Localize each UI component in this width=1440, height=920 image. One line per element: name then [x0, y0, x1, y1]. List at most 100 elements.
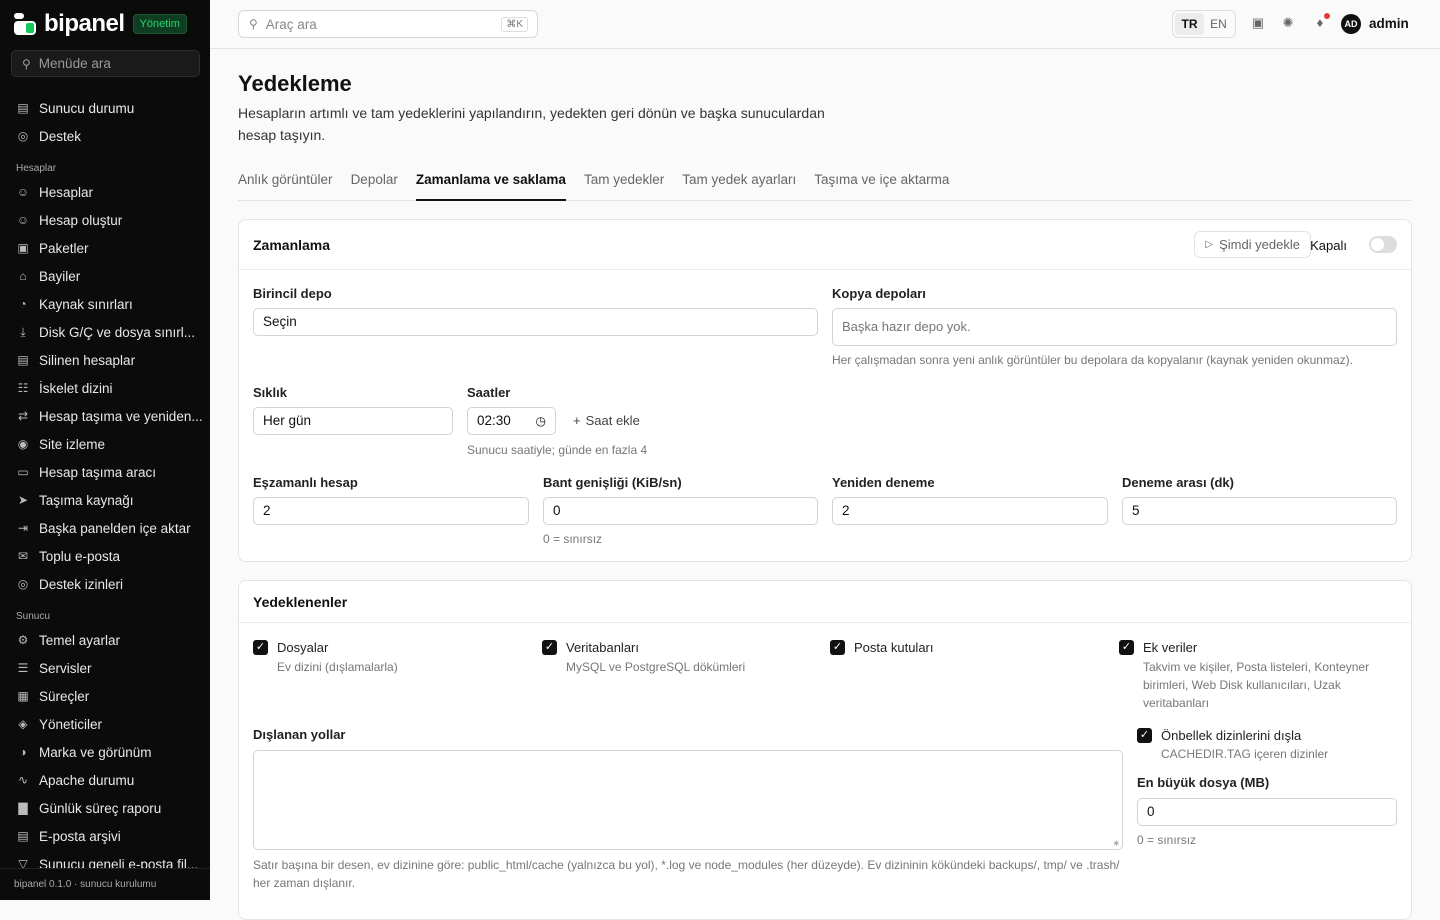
brand-name: bipanel	[44, 10, 125, 37]
tab[interactable]: Depolar	[351, 165, 398, 201]
hour-input[interactable]: 02:30 ◷	[467, 407, 556, 435]
lang-en-button[interactable]: EN	[1204, 13, 1233, 35]
copy-repos-label: Kopya depoları	[832, 286, 926, 301]
max-file-hint: 0 = sınırsız	[1137, 833, 1197, 847]
databases-checkbox[interactable]: ✓	[542, 640, 557, 655]
tab[interactable]: Zamanlama ve saklama	[415, 165, 566, 201]
sidebar-item[interactable]: ⇄ Hesap taşıma ve yeniden...	[0, 402, 210, 430]
sidebar-item[interactable]: ⤓ Disk G/Ç ve dosya sınırl...	[0, 318, 210, 346]
concurrent-input[interactable]: 2	[253, 497, 529, 525]
exclude-cache-label: Önbellek dizinlerini dışla	[1161, 728, 1302, 743]
copy-repos-field[interactable]: Başka hazır depo yok.	[832, 308, 1397, 346]
files-sub: Ev dizini (dışlamalarla)	[277, 660, 398, 674]
bandwidth-label: Bant genişliği (KiB/sn)	[543, 475, 682, 490]
archive-icon: ▤	[17, 829, 29, 843]
sidebar-item[interactable]: ☺ Hesap oluştur	[0, 206, 210, 234]
admin-badge: Yönetim	[132, 14, 187, 34]
retry-label: Yeniden deneme	[832, 475, 935, 490]
brand-logo[interactable]: bipanel Yönetim	[14, 10, 187, 37]
sidebar-item[interactable]: ◔ Kaynak sınırları	[0, 290, 210, 318]
menu-search-input[interactable]: ⚲ Menüde ara	[11, 50, 200, 77]
tab[interactable]: Anlık görüntüler	[238, 165, 333, 201]
tab[interactable]: Tam yedekler	[584, 165, 664, 201]
sidebar-item[interactable]: ▇ Günlük süreç raporu	[0, 794, 210, 822]
tab-bar: Anlık görüntüler Depolar Zamanlama ve sakl…	[238, 165, 1412, 201]
sidebar-item[interactable]: ◑ Marka ve görünüm	[0, 738, 210, 766]
username[interactable]: admin	[1369, 16, 1409, 31]
exclude-cache-checkbox[interactable]: ✓	[1137, 728, 1152, 743]
tool-search-input[interactable]: ⚲ Araç ara ⌘K	[238, 10, 538, 38]
sidebar-item[interactable]: ◈ Yöneticiler	[0, 710, 210, 738]
sidebar-item-label: İskelet dizini	[39, 380, 113, 396]
bell-icon[interactable]: ♦	[1312, 13, 1330, 31]
backup-now-label: Şimdi yedekle	[1219, 237, 1300, 252]
sidebar-item[interactable]: ◉ Site izleme	[0, 430, 210, 458]
lang-tr-button[interactable]: TR	[1175, 13, 1204, 35]
sidebar-item-label: Hesap oluştur	[39, 212, 123, 228]
sidebar-item[interactable]: ▤ Silinen hesaplar	[0, 346, 210, 374]
backed-up-card: Yedeklenenler ✓ Dosyalar Ev dizini (dışl…	[238, 580, 1412, 920]
page-description: Hesapların artımlı ve tam yedeklerini ya…	[238, 105, 825, 143]
extra-data-sub: Takvim ve kişiler, Posta listeleri, Kont…	[1143, 660, 1370, 710]
add-hour-label: Saat ekle	[585, 413, 640, 428]
sidebar-item-label: Site izleme	[39, 436, 106, 452]
sidebar-item-label: Destek izinleri	[39, 576, 124, 592]
add-hour-button[interactable]: + Saat ekle	[573, 413, 640, 428]
shortcut-hint: ⌘K	[501, 17, 528, 32]
sidebar-item[interactable]: ◎ Destek izinleri	[0, 570, 210, 598]
sidebar-item[interactable]: ▤ Sunucu durumu	[0, 94, 210, 122]
sidebar-item-label: Temel ayarlar	[39, 632, 121, 648]
sidebar-item[interactable]: ➤ Taşıma kaynağı	[0, 486, 210, 514]
files-checkbox[interactable]: ✓	[253, 640, 268, 655]
tab[interactable]: Taşıma ve içe aktarma	[814, 165, 949, 201]
tab[interactable]: Tam yedek ayarları	[682, 165, 796, 201]
cpu-icon: ▦	[17, 689, 29, 703]
sparkle-icon[interactable]: ✺	[1280, 15, 1296, 31]
mailboxes-checkbox[interactable]: ✓	[830, 640, 845, 655]
sidebar-item[interactable]: ▦ Süreçler	[0, 682, 210, 710]
sidebar-item[interactable]: ▤ E-posta arşivi	[0, 822, 210, 850]
sidebar-item-label: Hesaplar	[39, 184, 94, 200]
excluded-paths-textarea[interactable]: ∗	[253, 750, 1123, 850]
sidebar-item-label: Başka panelden içe aktar	[39, 520, 191, 536]
sidebar-item[interactable]: ◎ Destek	[0, 122, 210, 150]
sidebar-item[interactable]: ⚙ Temel ayarlar	[0, 626, 210, 654]
tool-search-placeholder: Araç ara	[265, 16, 317, 32]
gear-icon: ⚙	[17, 633, 29, 647]
sidebar-item-label: Hesap taşıma ve yeniden...	[39, 408, 203, 424]
sidebar-item[interactable]: ⌂ Bayiler	[0, 262, 210, 290]
plus-icon: +	[573, 413, 581, 428]
schedule-status: Kapalı	[1310, 238, 1347, 253]
sidebar-item-label: E-posta arşivi	[39, 828, 121, 844]
frequency-label: Sıklık	[253, 385, 287, 400]
sidebar-item[interactable]: ▣ Paketler	[0, 234, 210, 262]
schedule-toggle[interactable]	[1369, 236, 1397, 253]
sidebar: bipanel Yönetim ⚲ Menüde ara ▤ Sunucu dur…	[0, 0, 210, 900]
activity-icon: ∿	[17, 773, 29, 787]
frequency-select[interactable]: Her gün	[253, 407, 453, 435]
monitor-icon[interactable]: ▣	[1250, 15, 1266, 31]
sidebar-item-label: Marka ve görünüm	[39, 744, 152, 760]
section-server: Sunucu	[16, 611, 50, 622]
sidebar-item[interactable]: ✉ Toplu e-posta	[0, 542, 210, 570]
retry-input[interactable]: 2	[832, 497, 1108, 525]
sidebar-item[interactable]: ∿ Apache durumu	[0, 766, 210, 794]
sidebar-item[interactable]: ☷ İskelet dizini	[0, 374, 210, 402]
retry-interval-input[interactable]: 5	[1122, 497, 1397, 525]
sidebar-item[interactable]: ☺ Hesaplar	[0, 178, 210, 206]
sidebar-item[interactable]: ▭ Hesap taşıma aracı	[0, 458, 210, 486]
max-file-input[interactable]: 0	[1137, 798, 1397, 826]
sidebar-item[interactable]: ☰ Servisler	[0, 654, 210, 682]
extra-data-checkbox[interactable]: ✓	[1119, 640, 1134, 655]
chart-icon: ▇	[18, 801, 28, 815]
logo-icon	[14, 13, 36, 35]
sidebar-item-label: Yöneticiler	[39, 716, 103, 732]
backup-now-button[interactable]: ▷ Şimdi yedekle	[1194, 231, 1311, 258]
primary-repo-select[interactable]: Seçin	[253, 308, 818, 336]
lifebuoy-icon: ◎	[17, 129, 29, 143]
mail-icon: ✉	[17, 549, 29, 563]
bandwidth-input[interactable]: 0	[543, 497, 818, 525]
avatar[interactable]: AD	[1341, 14, 1361, 34]
sidebar-item[interactable]: ⇥ Başka panelden içe aktar	[0, 514, 210, 542]
files-label: Dosyalar	[277, 640, 329, 655]
